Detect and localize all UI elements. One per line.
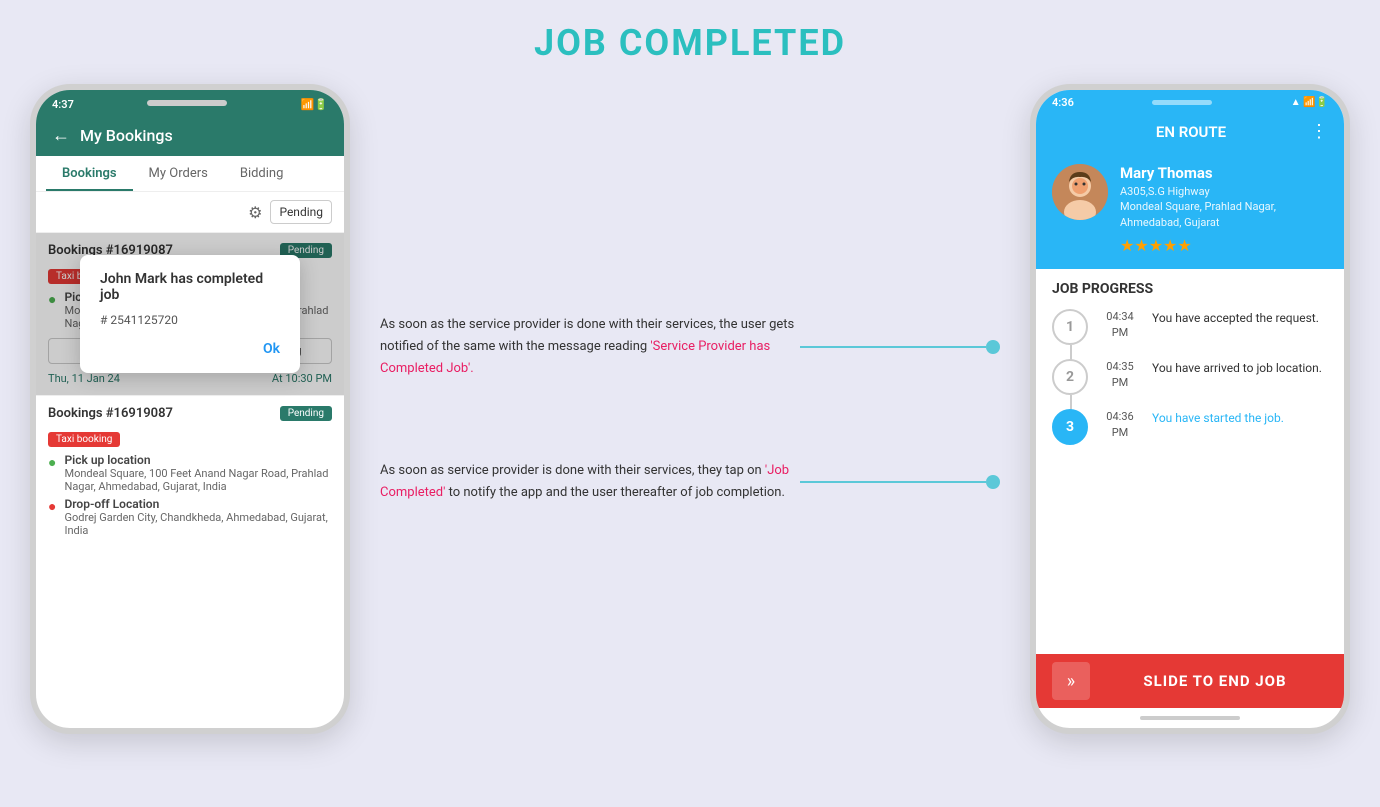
step-desc-2: You have arrived to job location. (1152, 359, 1328, 375)
dropoff-label-2: Drop-off Location (64, 497, 332, 511)
annotation-text-1: As soon as the service provider is done … (380, 314, 800, 380)
left-phone: 4:37 📶🔋 ← My Bookings Bookings My Orders… (30, 84, 350, 734)
home-indicator (1036, 708, 1344, 728)
progress-step-3: 3 04:36PM You have started the job. (1052, 409, 1328, 445)
dialog-box: John Mark has completed job # 2541125720… (80, 255, 300, 373)
left-header: ← My Bookings (36, 115, 344, 156)
booking-id-2: Bookings #16919087 (48, 406, 173, 421)
step-desc-1: You have accepted the request. (1152, 309, 1328, 325)
annotation-line-2 (800, 475, 1000, 489)
progress-title: JOB PROGRESS (1052, 281, 1328, 297)
annotation-row-2: As soon as service provider is done with… (380, 460, 1000, 504)
progress-step-1: 1 04:34PM You have accepted the request. (1052, 309, 1328, 345)
right-status-bar: 4:36 ▲ 📶🔋 (1036, 90, 1344, 113)
filter-bar: ⚙ Pending (36, 192, 344, 232)
tab-my-orders[interactable]: My Orders (133, 156, 224, 191)
progress-step-2: 2 04:35PM You have arrived to job locati… (1052, 359, 1328, 395)
end-dot-2 (986, 475, 1000, 489)
end-dot-1 (986, 340, 1000, 354)
booking-header-2: Bookings #16919087 Pending (48, 406, 332, 421)
provider-stars: ★★★★★ (1120, 236, 1328, 255)
dialog-ok-button[interactable]: Ok (100, 341, 280, 357)
annotations-area: As soon as the service provider is done … (360, 294, 1020, 524)
dropoff-address-2: Godrej Garden City, Chandkheda, Ahmedaba… (64, 511, 332, 537)
step-circle-1: 1 (1052, 309, 1088, 345)
h-line-1 (800, 346, 986, 348)
step-time-1: 04:34PM (1100, 309, 1140, 340)
menu-dots-icon[interactable]: ⋮ (1310, 121, 1328, 142)
dialog-job-number: # 2541125720 (100, 311, 280, 329)
annotation-text-2: As soon as service provider is done with… (380, 460, 800, 504)
step-time-3: 04:36PM (1100, 409, 1140, 440)
slide-arrow-icon: » (1052, 662, 1090, 700)
dropoff-item-2: ● Drop-off Location Godrej Garden City, … (48, 497, 332, 537)
step-circle-3: 3 (1052, 409, 1088, 445)
right-phone: 4:36 ▲ 📶🔋 EN ROUTE ⋮ (1030, 84, 1350, 734)
slide-text: SLIDE TO END JOB (1102, 672, 1328, 690)
booking-card-2: Bookings #16919087 Pending Taxi booking … (36, 395, 344, 551)
status-badge-2: Pending (280, 406, 332, 421)
back-button[interactable]: ← (52, 125, 70, 146)
tab-bidding[interactable]: Bidding (224, 156, 300, 191)
slide-bar[interactable]: » SLIDE TO END JOB (1036, 654, 1344, 708)
left-status-bar: 4:37 📶🔋 (36, 90, 344, 115)
flex-spacer (1036, 474, 1344, 654)
annotation-row-1: As soon as the service provider is done … (380, 314, 1000, 380)
right-header: EN ROUTE ⋮ (1036, 113, 1344, 154)
provider-name: Mary Thomas (1120, 164, 1328, 182)
dialog-overlay: John Mark has completed job # 2541125720… (36, 233, 344, 395)
provider-address-line1: A305,S.G Highway (1120, 184, 1328, 199)
category-badge-2: Taxi booking (48, 432, 120, 447)
pickup-item-2: ● Pick up location Mondeal Square, 100 F… (48, 453, 332, 493)
step-circle-2: 2 (1052, 359, 1088, 395)
filter-icon[interactable]: ⚙ (248, 203, 262, 222)
tabs-bar: Bookings My Orders Bidding (36, 156, 344, 192)
page-title: JOB COMPLETED (534, 22, 846, 64)
provider-info: Mary Thomas A305,S.G Highway Mondeal Squ… (1120, 164, 1328, 255)
provider-card: Mary Thomas A305,S.G Highway Mondeal Squ… (1036, 154, 1344, 269)
provider-avatar (1052, 164, 1108, 220)
job-progress-section: JOB PROGRESS 1 04:34PM You have accepted… (1036, 269, 1344, 473)
dialog-title: John Mark has completed job (100, 271, 280, 303)
home-bar (1140, 716, 1240, 720)
right-time: 4:36 (1052, 96, 1074, 109)
header-title: My Bookings (80, 126, 173, 145)
left-time: 4:37 (52, 98, 74, 111)
step-time-2: 04:35PM (1100, 359, 1140, 390)
notch (147, 100, 227, 106)
screen-title: EN ROUTE (1072, 123, 1310, 141)
tab-bookings[interactable]: Bookings (46, 156, 133, 191)
annotation-line-1 (800, 340, 1000, 354)
pickup-address-2: Mondeal Square, 100 Feet Anand Nagar Roa… (64, 467, 332, 493)
left-status-icons: 📶🔋 (301, 98, 328, 111)
status-filter[interactable]: Pending (270, 200, 332, 224)
provider-address-line3: Ahmedabad, Gujarat (1120, 215, 1328, 230)
right-status-icons: ▲ 📶🔋 (1291, 97, 1328, 108)
provider-address-line2: Mondeal Square, Prahlad Nagar, (1120, 199, 1328, 214)
dropoff-dot-2: ● (48, 498, 56, 515)
pickup-label-2: Pick up location (64, 453, 332, 467)
right-notch (1152, 100, 1212, 105)
pickup-dot-2: ● (48, 454, 56, 471)
step-desc-3: You have started the job. (1152, 409, 1328, 425)
h-line-2 (800, 481, 986, 483)
booking-card-1: Bookings #16919087 Pending Taxi booking … (36, 232, 344, 395)
